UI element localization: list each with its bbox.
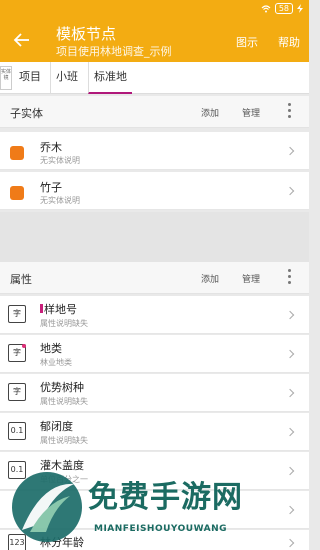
attribute-name: 郁闭度 [40,420,73,433]
text-type-icon: 字 [8,344,26,362]
list-item[interactable]: 字 优势树种 属性说明缺失 [0,374,309,412]
battery-indicator: 58 [274,3,293,14]
site-watermark: 免费手游网 MIANFEISHOUYOUWANG [10,466,310,550]
entities-section-header: 子实体 添加 管理 [0,96,309,128]
back-arrow-icon[interactable] [12,30,32,50]
status-icons: 58 [261,3,303,14]
attributes-more-icon[interactable] [288,269,292,285]
tab-project[interactable]: 项目 [14,62,46,94]
attribute-description: 属性说明缺失 [40,436,88,445]
attribute-name: 样地号 [44,303,77,316]
entity-mirror-handle[interactable]: 实体镜 [0,66,12,90]
chevron-right-icon [285,427,295,437]
chevron-right-icon [285,146,295,156]
text-type-icon: 字 [8,383,26,401]
chevron-right-icon [285,186,295,196]
attribute-description: 属性说明缺失 [40,319,88,328]
watermark-logo-icon [12,472,82,542]
charging-icon [297,4,303,13]
entities-section-title: 子实体 [10,107,43,120]
status-bar: 58 [0,0,309,18]
required-marker-icon [40,304,43,313]
entity-description: 无实体说明 [40,196,80,205]
text-type-icon: 字 [8,305,26,323]
watermark-text: 免费手游网 [88,480,243,515]
attributes-section-header: 属性 添加 管理 [0,262,309,294]
manage-entities-button[interactable]: 管理 [242,106,260,119]
attribute-description: 属性说明缺失 [40,397,88,406]
list-item[interactable]: 竹子 无实体说明 [0,172,309,210]
watermark-subtext: MIANFEISHOUYOUWANG [94,524,227,534]
help-button[interactable]: 帮助 [278,34,300,50]
entities-more-icon[interactable] [288,103,292,119]
chevron-right-icon [285,349,295,359]
page-subtitle: 项目使用林地调查_示例 [56,45,172,58]
add-attribute-button[interactable]: 添加 [201,272,219,285]
chevron-right-icon [285,310,295,320]
entity-name: 乔木 [40,141,62,154]
entity-color-icon [10,186,24,200]
entity-color-icon [10,146,24,160]
page-title: 模板节点 [56,25,117,43]
chevron-right-icon [285,388,295,398]
list-item[interactable]: 乔木 无实体说明 [0,132,309,170]
section-divider [0,212,309,262]
list-item[interactable]: 字 地类 林业地类 [0,335,309,373]
diagram-button[interactable]: 图示 [236,34,258,50]
attribute-description: 林业地类 [40,358,72,367]
wifi-icon [261,4,271,12]
add-entity-button[interactable]: 添加 [201,106,219,119]
decimal-type-icon: 0.1 [8,422,26,440]
tab-standard-plot[interactable]: 标准地 [88,62,132,94]
app-bar: 模板节点 项目使用林地调查_示例 图示 帮助 [0,18,309,62]
attribute-name: 地类 [40,342,62,355]
attributes-section-title: 属性 [10,273,32,286]
entity-description: 无实体说明 [40,156,80,165]
list-item[interactable]: 0.1 郁闭度 属性说明缺失 [0,413,309,451]
list-item[interactable]: 字 样地号 属性说明缺失 [0,296,309,334]
manage-attributes-button[interactable]: 管理 [242,272,260,285]
attribute-name: 优势树种 [40,381,84,394]
entity-name: 竹子 [40,181,62,194]
tab-bar: 实体镜 项目 小班 标准地 [0,62,309,94]
tab-subcompartment[interactable]: 小班 [50,62,83,94]
